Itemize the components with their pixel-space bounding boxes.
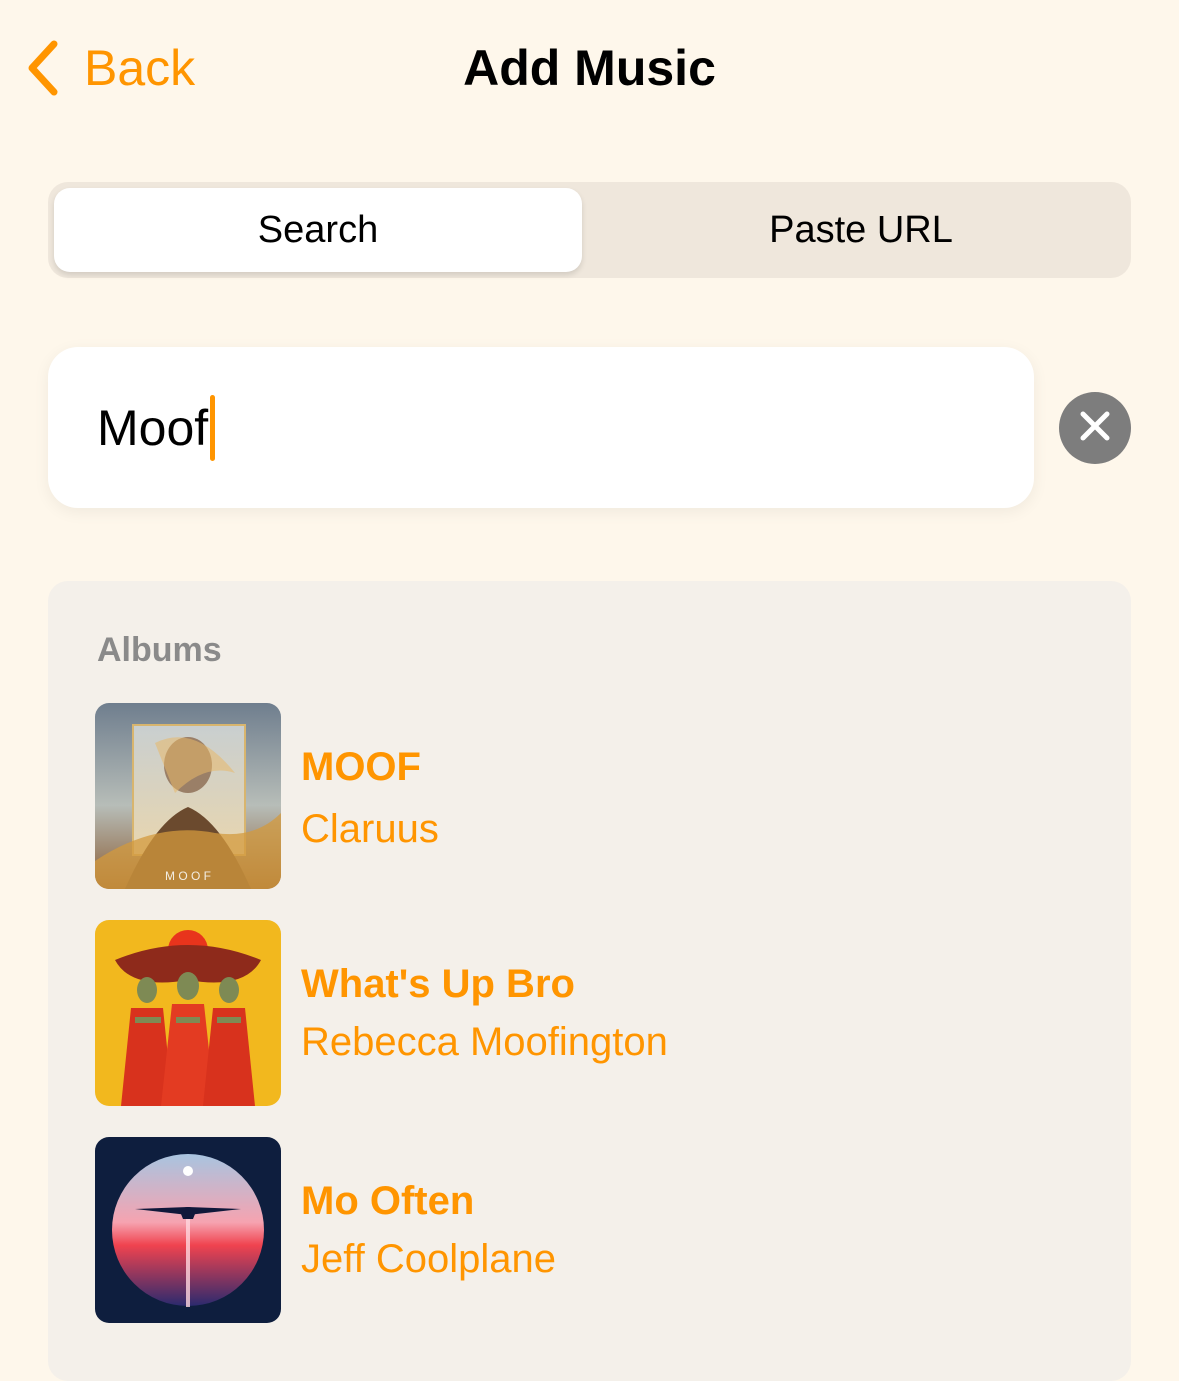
search-input[interactable]: Moof — [48, 347, 1034, 508]
album-art — [95, 1137, 281, 1323]
album-title: MOOF — [301, 745, 421, 789]
album-row[interactable]: What's Up Bro Rebecca Moofington — [95, 920, 1095, 1106]
section-header-albums: Albums — [97, 631, 222, 669]
segmented-control: Search Paste URL — [48, 182, 1131, 278]
album-art-text: M O O F — [165, 869, 211, 883]
page-title: Add Music — [463, 40, 716, 96]
navigation-bar: Back Add Music — [0, 0, 1179, 140]
search-input-value: Moof — [97, 399, 209, 456]
album-art: M O O F — [95, 703, 281, 889]
album-row[interactable]: Mo Often Jeff Coolplane — [95, 1137, 1095, 1323]
search-results-panel: Albums M O O F MOOF Claruus What's Up Br… — [48, 581, 1131, 1381]
text-cursor — [210, 394, 216, 461]
tab-search[interactable]: Search — [54, 188, 582, 272]
album-row[interactable]: M O O F MOOF Claruus — [95, 703, 1095, 889]
album-title: What's Up Bro — [301, 962, 575, 1006]
tab-paste-url[interactable]: Paste URL — [597, 188, 1125, 272]
album-artist: Rebecca Moofington — [301, 1020, 668, 1064]
album-artist: Jeff Coolplane — [301, 1237, 556, 1281]
album-title: Mo Often — [301, 1179, 475, 1223]
clear-x-icon — [1077, 408, 1113, 449]
clear-search-button[interactable] — [1059, 392, 1131, 464]
album-artist: Claruus — [301, 807, 439, 851]
album-art — [95, 920, 281, 1106]
